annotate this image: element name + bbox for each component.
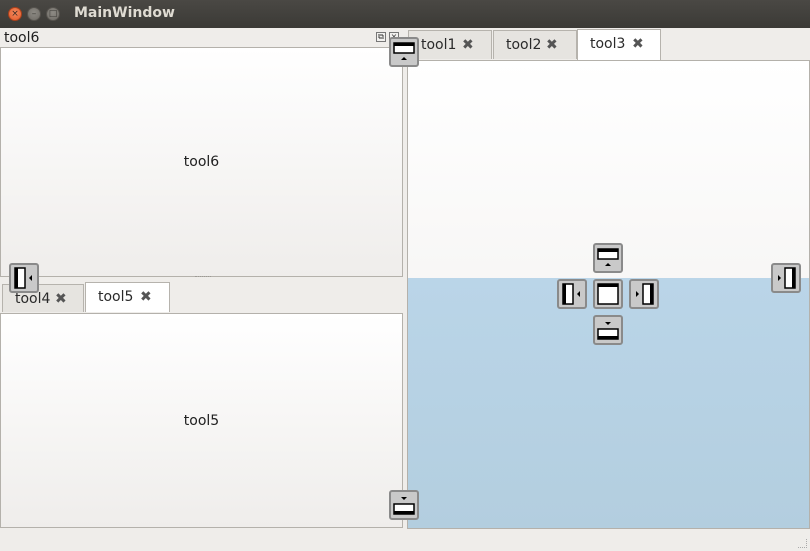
tab-close-icon[interactable]: ✖ [140, 283, 152, 311]
tab-close-icon[interactable]: ✖ [546, 31, 558, 59]
tool5-pane: tool5 [0, 313, 403, 528]
dock-center-drop-indicator[interactable] [593, 279, 623, 309]
minimize-icon: – [31, 9, 37, 19]
dock-left-drop-indicator[interactable] [557, 279, 587, 309]
tab-tool3[interactable]: tool3 ✖ [577, 29, 661, 60]
tab-label: tool5 [98, 289, 134, 305]
dock-bottom-drop-indicator[interactable] [593, 315, 623, 345]
tab-tool1[interactable]: tool1 ✖ [408, 30, 492, 59]
dock-left-icon [562, 283, 580, 305]
tab-tool5[interactable]: tool5 ✖ [85, 282, 170, 312]
size-grip[interactable] [798, 539, 807, 548]
tool5-content-label: tool5 [183, 413, 220, 429]
outer-right-drop-indicator[interactable] [771, 263, 801, 293]
maximize-icon: □ [48, 9, 58, 19]
dock-center-icon [597, 283, 619, 305]
tab-tool2[interactable]: tool2 ✖ [493, 30, 577, 59]
outer-bottom-drop-indicator[interactable] [389, 490, 419, 520]
dock-top-icon [597, 248, 619, 266]
tab-label: tool2 [506, 37, 542, 53]
tab-close-icon[interactable]: ✖ [55, 285, 67, 313]
tool6-pane: tool6 [0, 47, 403, 277]
tab-label: tool4 [15, 291, 51, 307]
tab-close-icon[interactable]: ✖ [462, 31, 474, 59]
tab-close-icon[interactable]: ✖ [632, 30, 644, 58]
outer-left-drop-indicator[interactable] [9, 263, 39, 293]
tab-label: tool1 [421, 37, 457, 53]
dock-right-drop-indicator[interactable] [629, 279, 659, 309]
dock-float-button[interactable]: ⧉ [376, 32, 386, 42]
dock-title-tool6: tool6 [4, 30, 40, 46]
dock-bottom-icon [597, 322, 619, 340]
outer-top-drop-indicator[interactable] [389, 37, 419, 67]
close-icon: × [11, 9, 19, 19]
window-maximize-button[interactable]: □ [46, 7, 60, 21]
window-minimize-button[interactable]: – [27, 7, 41, 21]
dock-right-icon [778, 267, 796, 289]
splitter-handle[interactable] [195, 276, 211, 279]
tool6-content-label: tool6 [183, 154, 220, 170]
window-title: MainWindow [74, 5, 175, 21]
dock-top-icon [393, 42, 415, 60]
dock-bottom-icon [393, 497, 415, 515]
window-titlebar: × – □ MainWindow [0, 0, 810, 28]
window-close-button[interactable]: × [8, 7, 22, 21]
dock-left-icon [14, 267, 32, 289]
dock-top-drop-indicator[interactable] [593, 243, 623, 273]
dock-right-icon [636, 283, 654, 305]
tab-label: tool3 [590, 36, 626, 52]
